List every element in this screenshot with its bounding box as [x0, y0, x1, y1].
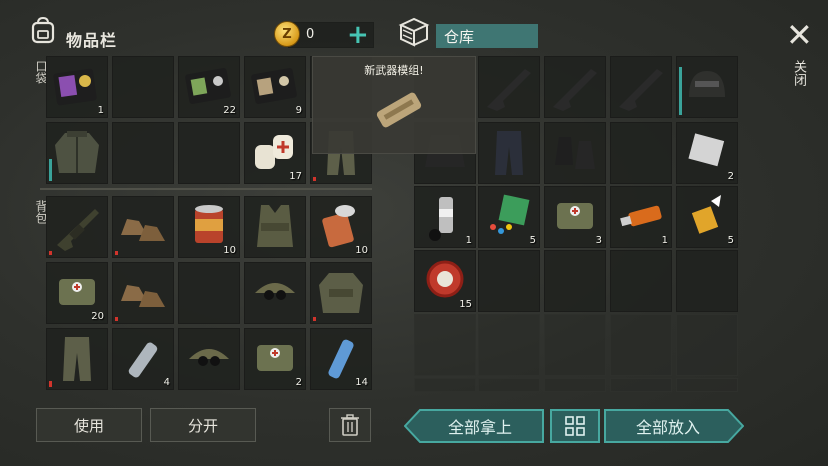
backpack-slot[interactable]: 4 [112, 328, 174, 390]
take-all-button[interactable]: 全部拿上 [404, 409, 544, 443]
storage-slot[interactable] [676, 250, 738, 312]
trash-button[interactable] [329, 408, 371, 442]
storage-slot[interactable]: 5 [676, 186, 738, 248]
close-label[interactable]: 关闭 [789, 60, 808, 86]
storage-slot[interactable] [544, 378, 606, 392]
close-icon[interactable]: ✕ [786, 19, 813, 51]
pocket-slot[interactable]: 9 [244, 56, 306, 118]
helmet-icon [689, 71, 725, 97]
rifle-icon [553, 69, 597, 111]
storage-slot[interactable] [544, 250, 606, 312]
put-all-button[interactable]: 全部放入 [604, 409, 744, 443]
storage-slot[interactable] [676, 378, 738, 392]
pocket-slot[interactable] [178, 122, 240, 184]
cap-goggles-icon [255, 283, 295, 300]
storage-slot[interactable] [544, 314, 606, 376]
storage-slot[interactable] [478, 56, 540, 118]
backpack-slot[interactable] [112, 196, 174, 258]
new-weapon-mod-popup: 新武器模组! [312, 56, 476, 154]
backpack-icon [30, 16, 56, 44]
add-coins-button[interactable]: + [347, 22, 369, 48]
boots-icon [555, 137, 595, 169]
pocket-slot[interactable]: 1 [46, 56, 108, 118]
storage-slot[interactable]: 1 [414, 186, 476, 248]
storage-slot[interactable] [676, 56, 738, 118]
storage-slot[interactable] [414, 314, 476, 376]
storage-slot[interactable] [610, 122, 672, 184]
storage-slot[interactable] [610, 378, 672, 392]
storage-slot[interactable] [610, 314, 672, 376]
rifle-icon [619, 69, 663, 111]
storage-slot[interactable] [676, 314, 738, 376]
jacket-icon [319, 273, 363, 313]
storage-title: 仓库 [436, 24, 538, 48]
jacket-icon [55, 131, 99, 173]
storage-box-icon [397, 16, 431, 48]
inventory-title: 物品栏 [66, 31, 118, 50]
boots-icon [121, 285, 165, 307]
sort-button[interactable] [550, 409, 600, 443]
vest-icon [257, 205, 293, 247]
rifle-icon [57, 209, 99, 251]
pocket-slot[interactable]: 22 [178, 56, 240, 118]
backpack-slot[interactable]: 2 [244, 328, 306, 390]
grid-icon [565, 416, 585, 436]
weapon-handguard-icon [376, 92, 422, 128]
storage-slot[interactable] [544, 56, 606, 118]
put-all-label: 全部放入 [635, 418, 700, 437]
storage-slot[interactable] [544, 122, 606, 184]
storage-slot[interactable]: 5 [478, 186, 540, 248]
storage-slot[interactable] [478, 250, 540, 312]
cap-goggles-icon [189, 349, 229, 366]
backpack-slot[interactable] [244, 196, 306, 258]
split-button[interactable]: 分开 [150, 408, 256, 442]
backpack-slot[interactable]: 10 [310, 196, 372, 258]
boots-icon [121, 219, 165, 241]
storage-slot[interactable]: 1 [610, 186, 672, 248]
backpack-slot[interactable] [112, 262, 174, 324]
storage-slot[interactable]: 3 [544, 186, 606, 248]
coin-icon: Z [274, 21, 300, 47]
armored-pants-icon [495, 131, 523, 175]
backpack-slot[interactable] [310, 262, 372, 324]
backpack-slot[interactable] [46, 196, 108, 258]
storage-slot[interactable] [610, 56, 672, 118]
storage-slot[interactable] [478, 314, 540, 376]
backpack-slot[interactable]: 20 [46, 262, 108, 324]
section-divider [40, 188, 372, 190]
pocket-slot[interactable] [46, 122, 108, 184]
take-all-label: 全部拿上 [447, 418, 512, 437]
pocket-slot[interactable] [112, 56, 174, 118]
popup-title: 新武器模组! [364, 64, 424, 77]
storage-slot[interactable]: 2 [676, 122, 738, 184]
backpack-slot[interactable] [244, 262, 306, 324]
pocket-slot[interactable]: 17 [244, 122, 306, 184]
pants-icon [63, 337, 91, 381]
backpack-slot[interactable]: 10 [178, 196, 240, 258]
use-button[interactable]: 使用 [36, 408, 142, 442]
backpack-slot[interactable] [46, 328, 108, 390]
backpack-slot[interactable]: 14 [310, 328, 372, 390]
storage-slot[interactable] [478, 122, 540, 184]
backpack-slot[interactable] [178, 262, 240, 324]
storage-slot[interactable] [478, 378, 540, 392]
pocket-slot[interactable] [112, 122, 174, 184]
rifle-icon [487, 69, 531, 111]
coin-value: 0 [306, 27, 315, 42]
storage-slot[interactable] [414, 378, 476, 392]
storage-slot[interactable]: 15 [414, 250, 476, 312]
backpack-slot[interactable] [178, 328, 240, 390]
storage-slot[interactable] [610, 250, 672, 312]
trash-icon [341, 414, 359, 436]
